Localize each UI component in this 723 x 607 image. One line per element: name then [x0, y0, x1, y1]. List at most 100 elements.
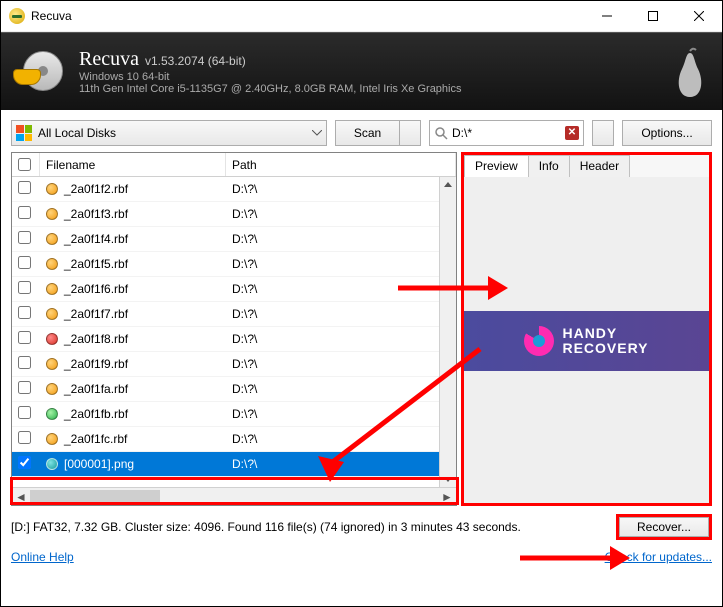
row-checkbox[interactable] — [12, 181, 40, 197]
ad-spinner-icon — [524, 326, 554, 356]
minimize-button[interactable] — [584, 1, 630, 32]
row-filename: _2a0f1f6.rbf — [40, 282, 226, 296]
search-icon — [434, 126, 448, 140]
row-checkbox[interactable] — [12, 231, 40, 247]
tab-header[interactable]: Header — [569, 155, 630, 177]
status-dot-icon — [46, 308, 58, 320]
table-row[interactable]: _2a0f1f3.rbfD:\?\ — [12, 202, 456, 227]
status-dot-icon — [46, 458, 58, 470]
row-filename: _2a0f1f3.rbf — [40, 207, 226, 221]
tab-info[interactable]: Info — [528, 155, 570, 177]
windows-icon — [16, 125, 32, 141]
filename-text: _2a0f1fc.rbf — [64, 432, 127, 446]
table-row[interactable]: _2a0f1f6.rbf D:\?\ — [12, 277, 456, 302]
row-filename: _2a0f1fb.rbf — [40, 407, 226, 421]
list-rows: _2a0f1f2.rbfD:\?\_2a0f1f3.rbfD:\?\_2a0f1… — [12, 177, 456, 487]
row-checkbox[interactable] — [12, 456, 40, 472]
header-text: Recuvav1.53.2074 (64-bit) Windows 10 64-… — [79, 48, 462, 95]
online-help-link[interactable]: Online Help — [11, 550, 74, 564]
check-updates-link[interactable]: Check for updates... — [605, 550, 712, 564]
os-label: Windows 10 64-bit — [79, 71, 462, 83]
status-dot-icon — [46, 183, 58, 195]
filename-text: _2a0f1f8.rbf — [64, 332, 128, 346]
table-row[interactable]: [000001].pngD:\?\ — [12, 452, 456, 477]
vertical-scrollbar[interactable] — [439, 177, 456, 487]
path-dropdown[interactable] — [592, 120, 614, 146]
ad-text: HANDY RECOVERY — [562, 326, 648, 356]
row-filename: [000001].png — [40, 457, 226, 471]
scan-button[interactable]: Scan — [335, 120, 399, 146]
app-version: v1.53.2074 (64-bit) — [145, 54, 246, 68]
horizontal-scrollbar[interactable]: ◄ ► — [12, 487, 456, 505]
row-checkbox[interactable] — [12, 206, 40, 222]
scroll-left-icon[interactable]: ◄ — [12, 488, 30, 506]
options-button[interactable]: Options... — [622, 120, 712, 146]
row-checkbox[interactable] — [12, 406, 40, 422]
app-icon — [9, 8, 25, 24]
table-row[interactable]: _2a0f1f4.rbfD:\?\ — [12, 227, 456, 252]
scan-dropdown[interactable] — [399, 120, 421, 146]
tab-preview[interactable]: Preview — [464, 155, 529, 177]
table-row[interactable]: _2a0f1fa.rbf D:\?\ — [12, 377, 456, 402]
preview-panel: Preview Info Header HANDY RECOVERY — [461, 152, 712, 506]
filename-text: _2a0f1fa.rbf — [64, 382, 128, 396]
file-list: Filename Path _2a0f1f2.rbfD:\?\_2a0f1f3.… — [11, 152, 457, 506]
row-checkbox[interactable] — [12, 256, 40, 272]
filename-text: _2a0f1f9.rbf — [64, 357, 128, 371]
recover-label: Recover... — [637, 520, 691, 534]
row-checkbox[interactable] — [12, 381, 40, 397]
header-filename[interactable]: Filename — [40, 153, 226, 176]
row-filename: _2a0f1f5.rbf — [40, 257, 226, 271]
row-path: D:\?\ — [226, 207, 456, 221]
row-filename: _2a0f1f8.rbf — [40, 332, 226, 346]
header-path[interactable]: Path — [226, 153, 456, 176]
filename-text: _2a0f1f4.rbf — [64, 232, 128, 246]
table-row[interactable]: _2a0f1f8.rbfD:\?\ — [12, 327, 456, 352]
footer: Online Help Check for updates... — [1, 542, 722, 566]
scroll-thumb[interactable] — [30, 490, 160, 504]
row-filename: _2a0f1f4.rbf — [40, 232, 226, 246]
filename-text: _2a0f1f6.rbf — [64, 282, 128, 296]
path-input[interactable]: D:\* ✕ — [429, 120, 584, 146]
table-row[interactable]: _2a0f1fb.rbf D:\?\ — [12, 402, 456, 427]
status-dot-icon — [46, 383, 58, 395]
hdd-icon — [15, 47, 65, 97]
drive-combo-label: All Local Disks — [38, 126, 116, 140]
window-title: Recuva — [31, 9, 72, 23]
scroll-right-icon[interactable]: ► — [438, 488, 456, 506]
drive-combo[interactable]: All Local Disks — [11, 120, 327, 146]
status-text: [D:] FAT32, 7.32 GB. Cluster size: 4096.… — [11, 520, 606, 534]
table-row[interactable]: _2a0f1f7.rbfD:\?\ — [12, 302, 456, 327]
header-checkbox[interactable] — [12, 153, 40, 176]
titlebar: Recuva — [1, 1, 722, 32]
row-checkbox[interactable] — [12, 431, 40, 447]
row-path: D:\?\ — [226, 357, 456, 371]
scan-button-label: Scan — [354, 126, 381, 140]
status-row: [D:] FAT32, 7.32 GB. Cluster size: 4096.… — [1, 506, 722, 542]
table-row[interactable]: _2a0f1fc.rbfD:\?\ — [12, 427, 456, 452]
ad-line1: HANDY — [562, 326, 648, 341]
close-button[interactable] — [676, 1, 722, 32]
row-filename: _2a0f1f2.rbf — [40, 182, 226, 196]
table-row[interactable]: _2a0f1f9.rbf D:\?\ — [12, 352, 456, 377]
app-header: Recuvav1.53.2074 (64-bit) Windows 10 64-… — [1, 32, 722, 110]
table-row[interactable]: _2a0f1f2.rbfD:\?\ — [12, 177, 456, 202]
row-checkbox[interactable] — [12, 356, 40, 372]
status-dot-icon — [46, 258, 58, 270]
row-path: D:\?\ — [226, 382, 456, 396]
recover-button[interactable]: Recover... — [616, 514, 712, 540]
row-path: D:\?\ — [226, 407, 456, 421]
row-path: D:\?\ — [226, 282, 456, 296]
row-checkbox[interactable] — [12, 306, 40, 322]
table-row[interactable]: _2a0f1f5.rbfD:\?\ — [12, 252, 456, 277]
row-checkbox[interactable] — [12, 331, 40, 347]
filename-text: _2a0f1fb.rbf — [64, 407, 128, 421]
clear-path-icon[interactable]: ✕ — [565, 126, 579, 140]
row-checkbox[interactable] — [12, 281, 40, 297]
filename-text: [000001].png — [64, 457, 134, 471]
maximize-button[interactable] — [630, 1, 676, 32]
main-area: Filename Path _2a0f1f2.rbfD:\?\_2a0f1f3.… — [1, 152, 722, 506]
row-filename: _2a0f1f9.rbf — [40, 357, 226, 371]
options-label: Options... — [641, 126, 692, 140]
ad-line2: RECOVERY — [562, 341, 648, 356]
